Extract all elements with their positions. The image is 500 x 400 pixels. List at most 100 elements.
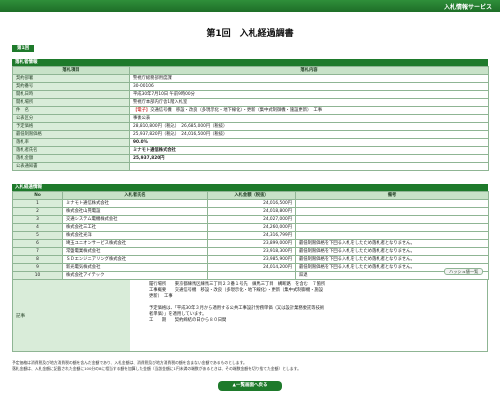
- award-row-value: ミナモト通信株式会社: [129, 146, 489, 155]
- award-row: 落札金額 25,937,820円: [12, 154, 489, 163]
- bid-no: 2: [12, 207, 63, 216]
- award-row: 落札者氏名 ミナモト通信株式会社: [12, 146, 489, 155]
- bids-col-no: No: [12, 191, 63, 200]
- award-row-value: 事後公表: [129, 114, 489, 123]
- bid-no: 3: [12, 215, 63, 224]
- bid-name: ＳＤエンジニアリング株式会社: [62, 255, 208, 264]
- award-row-value: 30-00106: [129, 82, 489, 91]
- bid-note: [295, 199, 489, 208]
- award-row-label: 開札場所: [12, 98, 130, 107]
- award-row-label: 契約部署: [12, 74, 130, 83]
- remarks-box: 記事 履行場所 東京都練馬区練馬三丁目２３番１号先 練馬三丁目 構断路 を含む …: [12, 279, 488, 352]
- bid-row: 7 常盤電業株式会社 23,918,300円 最低制限価格を下回る入札をしたため落札者…: [12, 247, 489, 256]
- bid-row: 4 株式会社三工社 24,260,000円: [12, 223, 489, 232]
- award-row-label: 開札日時: [12, 90, 130, 99]
- top-banner: 入札情報サービス: [0, 0, 500, 12]
- bid-amount: 24,027,000円: [207, 215, 296, 224]
- bid-row: 9 新光電気株式会社 24,014,200円 最低制限価格を下回る入札をしたため落札者…: [12, 263, 489, 272]
- bid-name: 株式会社三工社: [62, 223, 208, 232]
- bid-name: 交通システム電機株式会社: [62, 215, 208, 224]
- bid-no: 8: [12, 255, 63, 264]
- award-row-value: 25,937,820円: [129, 154, 489, 163]
- bid-note: 最低制限価格を下回る入札をしたため落札者となりません。: [295, 247, 489, 256]
- bids-section-header: 入札経過情報: [12, 184, 488, 191]
- bid-name: 株式会社光洋: [62, 231, 208, 240]
- award-row-label: 落札率: [12, 138, 130, 147]
- remarks-label: 記事: [13, 280, 130, 351]
- round-tab: 第1回: [12, 45, 35, 52]
- award-row-text: 交通信号機 移設・改良（多現示化・地下線化）・更新（集中式制御機・施設更新） 工…: [150, 108, 323, 113]
- award-row: 件 名【電子】交通信号機 移設・改良（多現示化・地下線化）・更新（集中式制御機・…: [12, 106, 489, 115]
- award-row-label: 件 名: [12, 106, 130, 115]
- bid-row: 6 埼玉ユニオンサービス株式会社 23,899,000円 最低制限価格を下回る入札をし…: [12, 239, 489, 248]
- award-info-table: 落札項目 落札内容 契約部署 警視庁総務部用度課 契約番号 30-00106 開札日時平…: [12, 66, 489, 171]
- award-row-label: 公表通知書: [12, 162, 130, 171]
- bid-no: 9: [12, 263, 63, 272]
- bid-note: [295, 223, 489, 232]
- bid-note: [295, 231, 489, 240]
- bid-amount: 24,260,000円: [207, 223, 296, 232]
- award-section-header: 落札者情報: [12, 59, 488, 66]
- bid-name: 埼玉ユニオンサービス株式会社: [62, 239, 208, 248]
- award-row-label: 契約番号: [12, 82, 130, 91]
- bid-row: 3 交通システム電機株式会社 24,027,000円: [12, 215, 489, 224]
- award-row: 契約部署 警視庁総務部用度課: [12, 74, 489, 83]
- bid-row: 1 ミナモト通信株式会社 24,016,500円: [12, 199, 489, 208]
- award-row-value: 平成30年7月10日 午前9時00分: [129, 90, 489, 99]
- award-row: 開札日時 平成30年7月10日 午前9時00分: [12, 90, 489, 99]
- bid-amount: 24,014,200円: [207, 263, 296, 272]
- award-row-label: 落札金額: [12, 154, 130, 163]
- bid-amount: 23,899,000円: [207, 239, 296, 248]
- bid-no: 6: [12, 239, 63, 248]
- award-col-content: 落札内容: [129, 66, 489, 75]
- bids-col-name: 入札者氏名: [62, 191, 208, 200]
- award-row: 落札率 90.0%: [12, 138, 489, 147]
- bid-row: 8 ＳＤエンジニアリング株式会社 23,985,900円 最低制限価格を下回る入札をし…: [12, 255, 489, 264]
- award-row: 公表通知書: [12, 162, 489, 171]
- bid-note: 最低制限価格を下回る入札をしたため落札者となりません。: [295, 239, 489, 248]
- bid-no: 1: [12, 199, 63, 208]
- award-row-value: [129, 162, 489, 171]
- award-row-value: 25,937,820円（税込） 24,016,500円（税抜）: [129, 130, 489, 139]
- bid-amount: 23,918,300円: [207, 247, 296, 256]
- award-row: 開札場所 警視庁本部内庁舎1階入札室: [12, 98, 489, 107]
- page-title: 第1回 入札経過調書: [206, 29, 294, 39]
- bid-amount: 24,018,800円: [207, 207, 296, 216]
- remarks-text: 履行場所 東京都練馬区練馬三丁目２３番１号先 練馬三丁目 構断路 を含む ７箇所…: [149, 282, 326, 323]
- bid-name: 常盤電業株式会社: [62, 247, 208, 256]
- bid-no: 5: [12, 231, 63, 240]
- award-row-label: 予定価格: [12, 122, 130, 131]
- bids-table: No 入札者氏名 入札金額（税抜） 備考 1 ミナモト通信株式会社 24,016,5…: [12, 191, 489, 280]
- bid-name: 新光電気株式会社: [62, 263, 208, 272]
- bid-no: 7: [12, 247, 63, 256]
- service-title: 入札情報サービス: [443, 4, 492, 11]
- award-row-value: 警視庁総務部用度課: [129, 74, 489, 83]
- bid-name: ミナモト通信株式会社: [62, 199, 208, 208]
- award-row-value: 28,810,800円（税込） 26,685,000円（税抜）: [129, 122, 489, 131]
- award-row: 予定価格 28,810,800円（税込） 26,685,000円（税抜）: [12, 122, 489, 131]
- award-row: 公表区分 事後公表: [12, 114, 489, 123]
- bid-row: 2 株式会社山晃電設 24,018,800円: [12, 207, 489, 216]
- hash-list-button[interactable]: ハッシュ値一覧: [444, 268, 484, 275]
- bid-note: [295, 207, 489, 216]
- footnote: 予定価格は消費税及び地方消費税の額を含んだ金額であり、入札金額は、消費税及び地方…: [12, 360, 488, 372]
- footnote-line-2: 落札金額は、入札金額に記載された金額に100分の8に相当する額を加算した金額（当…: [12, 366, 301, 371]
- award-row-label: 落札者氏名: [12, 146, 130, 155]
- bid-no: 4: [12, 223, 63, 232]
- award-row-label: 最低制限価格: [12, 130, 130, 139]
- bid-row: 5 株式会社光洋 24,316,799円: [12, 231, 489, 240]
- back-to-list-button[interactable]: ▲一覧画面へ戻る: [218, 381, 282, 391]
- bid-amount: 24,316,799円: [207, 231, 296, 240]
- bid-amount: 24,016,500円: [207, 199, 296, 208]
- award-row-value: 【電子】交通信号機 移設・改良（多現示化・地下線化）・更新（集中式制御機・施設更…: [129, 106, 489, 115]
- bid-amount: 23,985,900円: [207, 255, 296, 264]
- bids-col-amount: 入札金額（税抜）: [207, 191, 296, 200]
- bid-name: 株式会社山晃電設: [62, 207, 208, 216]
- award-row-label: 公表区分: [12, 114, 130, 123]
- bid-note: [295, 215, 489, 224]
- bid-note: 最低制限価格を下回る入札をしたため落札者となりません。: [295, 255, 489, 264]
- award-col-item: 落札項目: [12, 66, 130, 75]
- award-row: 契約番号 30-00106: [12, 82, 489, 91]
- award-row: 最低制限価格 25,937,820円（税込） 24,016,500円（税抜）: [12, 130, 489, 139]
- award-row-value: 警視庁本部内庁舎1階入札室: [129, 98, 489, 107]
